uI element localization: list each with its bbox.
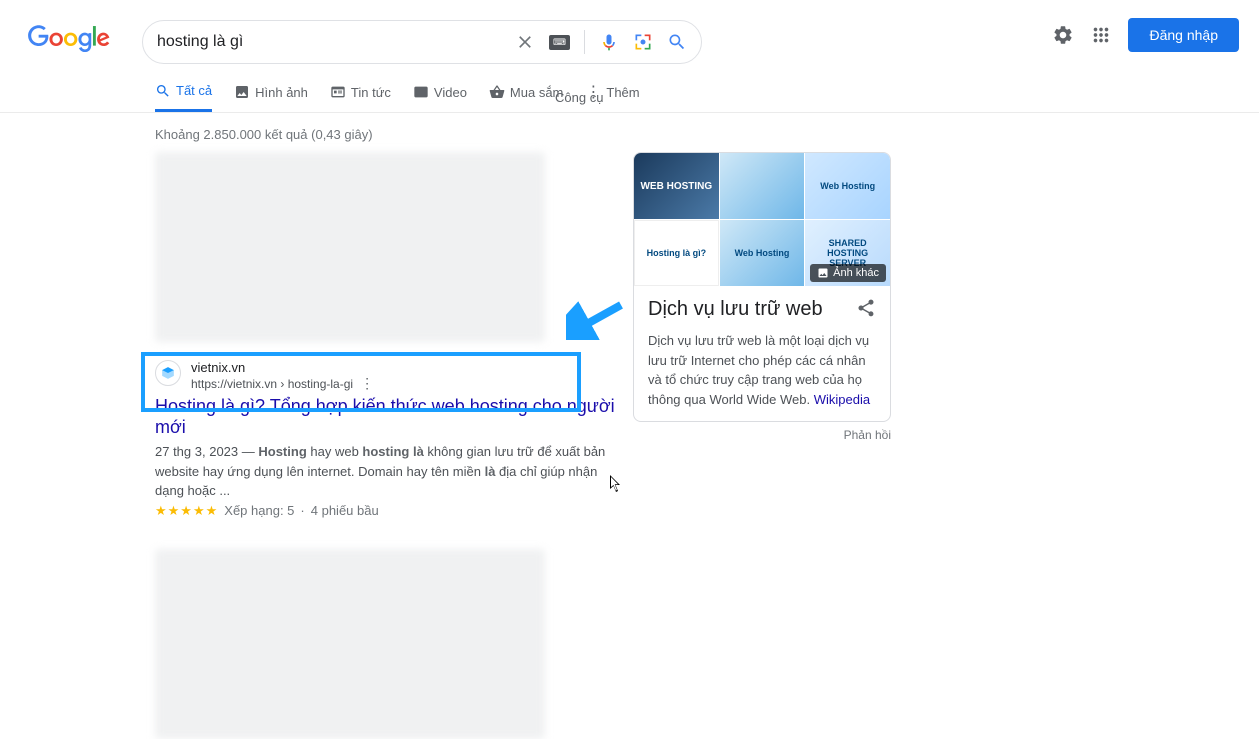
kp-description: Dịch vụ lưu trữ web là một loại dịch vụ … — [648, 331, 876, 409]
tab-video-label: Video — [434, 85, 467, 100]
clear-icon[interactable] — [515, 32, 535, 52]
result-site: vietnix.vn — [191, 360, 375, 375]
wikipedia-link[interactable]: Wikipedia — [814, 392, 870, 407]
kp-image-grid[interactable]: WEB HOSTING Web Hosting Hosting là gì? W… — [634, 153, 890, 286]
kp-image[interactable]: WEB HOSTING — [634, 153, 719, 219]
search-icon[interactable] — [667, 32, 687, 52]
kp-image[interactable]: Web Hosting — [720, 220, 805, 286]
knowledge-panel: WEB HOSTING Web Hosting Hosting là gì? W… — [633, 152, 891, 422]
tab-shopping[interactable]: Mua sắm — [489, 84, 563, 110]
tab-news-label: Tin tức — [351, 85, 391, 100]
result-url: https://vietnix.vn › hosting-la-gi — [191, 377, 353, 391]
keyboard-icon[interactable]: ⌨ — [549, 35, 570, 50]
lens-icon[interactable] — [633, 32, 653, 52]
result-snippet: 27 thg 3, 2023 — Hosting hay web hosting… — [155, 442, 615, 501]
more-images-button[interactable]: Ảnh khác — [810, 264, 886, 282]
share-icon[interactable] — [856, 298, 876, 321]
search-input[interactable] — [157, 33, 515, 51]
kp-image[interactable]: Hosting là gì? — [634, 220, 719, 286]
blurred-result — [155, 152, 545, 342]
kp-feedback[interactable]: Phản hồi — [633, 428, 891, 442]
tab-all[interactable]: Tất cả — [155, 83, 212, 112]
result-rating: ★★★★★ Xếp hạng: 5·4 phiếu bầu — [155, 503, 615, 519]
apps-icon[interactable] — [1090, 24, 1112, 46]
tab-news[interactable]: Tin tức — [330, 84, 391, 110]
kp-title: Dịch vụ lưu trữ web — [648, 298, 823, 321]
divider — [584, 30, 585, 54]
search-result: vietnix.vn https://vietnix.vn › hosting-… — [155, 360, 615, 519]
tab-video[interactable]: Video — [413, 84, 467, 110]
search-bar[interactable]: ⌨ — [142, 20, 702, 64]
kp-image[interactable] — [720, 153, 805, 219]
tab-images[interactable]: Hình ảnh — [234, 84, 308, 110]
result-menu-icon[interactable]: ⋮ — [359, 375, 375, 392]
gear-icon[interactable] — [1052, 24, 1074, 46]
signin-button[interactable]: Đăng nhập — [1128, 18, 1239, 52]
favicon — [155, 360, 181, 386]
mic-icon[interactable] — [599, 32, 619, 52]
result-stats: Khoảng 2.850.000 kết quả (0,43 giây) — [0, 127, 1259, 142]
stars-icon: ★★★★★ — [155, 503, 218, 519]
tools-button[interactable]: Công cụ — [555, 90, 603, 105]
tab-all-label: Tất cả — [176, 83, 212, 98]
tab-images-label: Hình ảnh — [255, 85, 308, 100]
kp-image[interactable]: Web Hosting — [805, 153, 890, 219]
result-title[interactable]: Hosting là gì? Tổng hợp kiến thức web ho… — [155, 396, 615, 438]
google-logo[interactable] — [28, 24, 110, 57]
tab-more-label: Thêm — [606, 85, 639, 100]
blurred-result — [155, 549, 545, 739]
